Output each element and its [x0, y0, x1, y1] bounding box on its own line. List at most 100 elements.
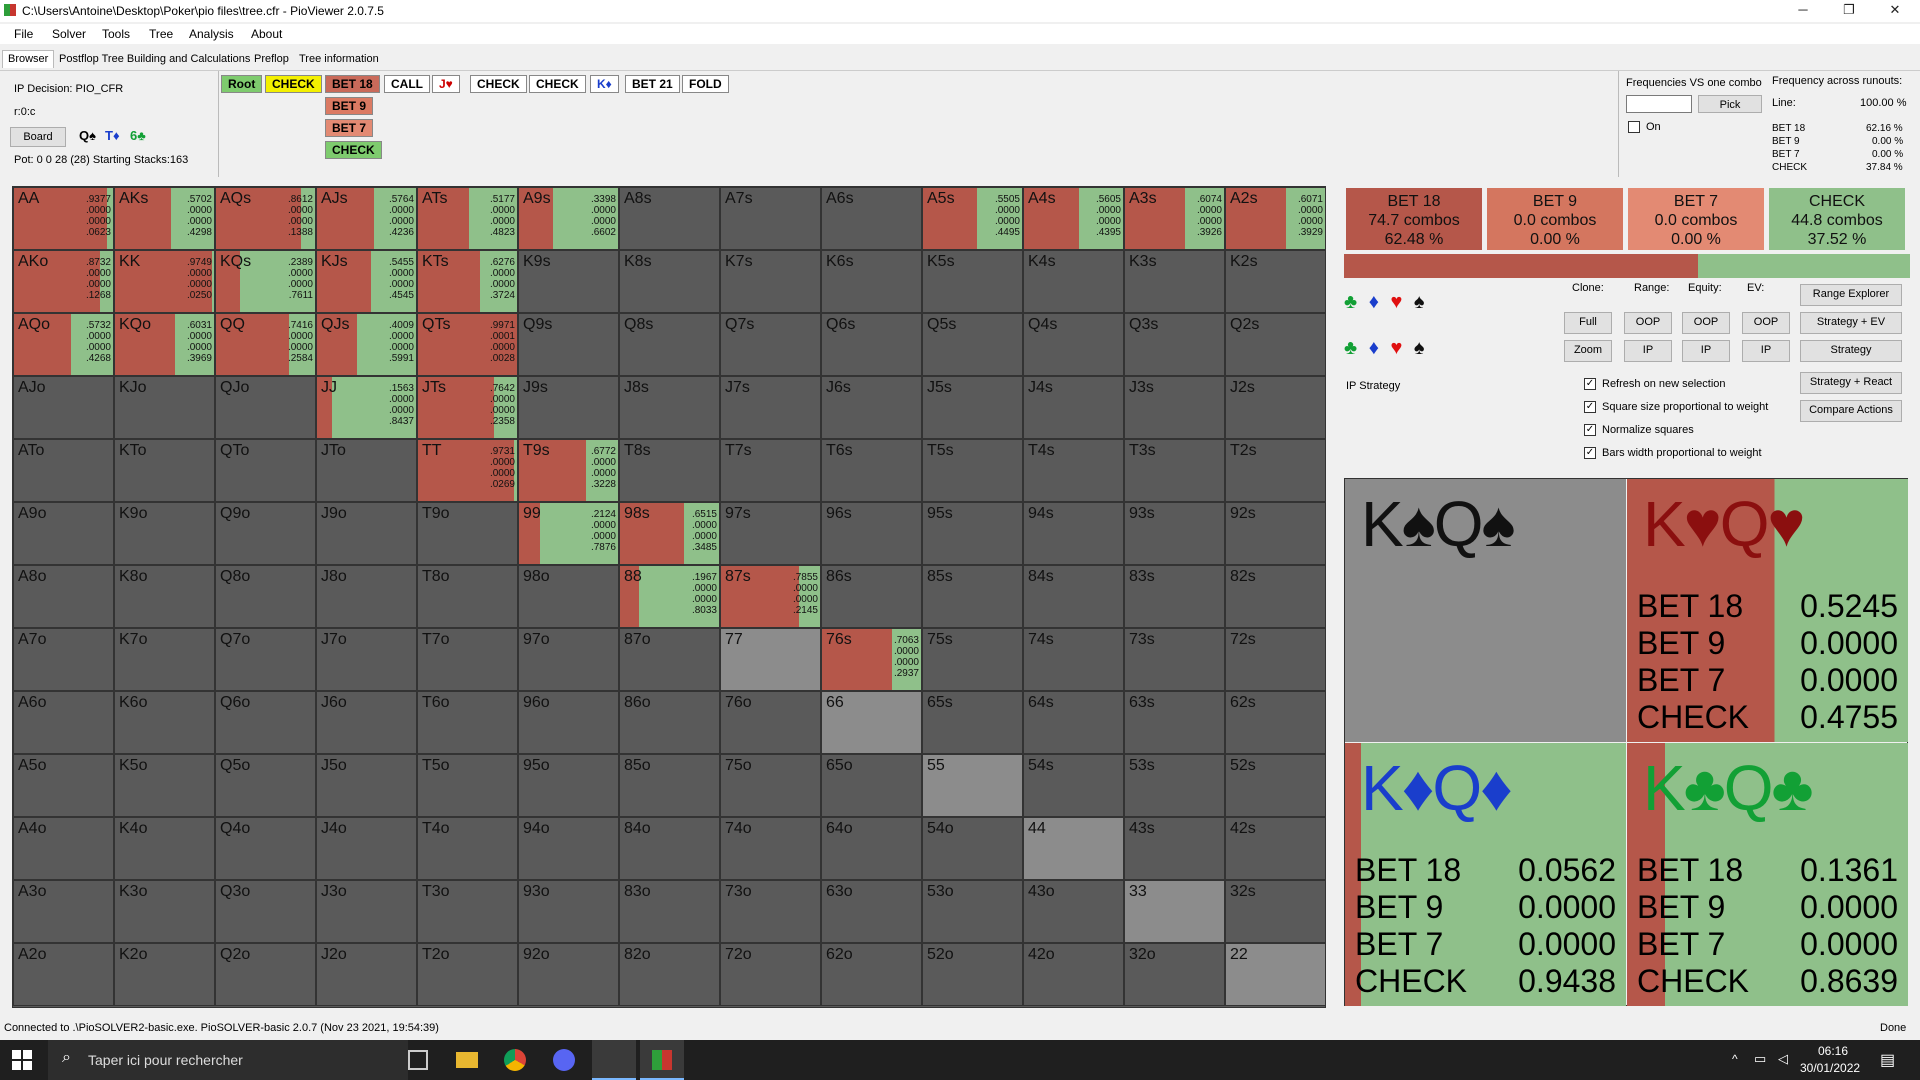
windows-start-icon[interactable] — [12, 1050, 32, 1070]
tab-tree-information[interactable]: Tree information — [293, 50, 385, 68]
hand-cell[interactable]: T2o — [417, 943, 518, 1006]
hand-cell[interactable]: 72o — [720, 943, 821, 1006]
hand-cell[interactable]: T5s — [922, 439, 1023, 502]
hand-cell[interactable]: A8s — [619, 187, 720, 250]
hand-cell[interactable]: A6s — [821, 187, 922, 250]
menu-tree[interactable]: Tree — [149, 27, 173, 41]
hand-cell[interactable]: K2o — [114, 943, 215, 1006]
hand-cell[interactable]: K9s — [518, 250, 619, 313]
action-box-bet18[interactable]: BET 18 74.7 combos 62.48 % — [1346, 188, 1482, 250]
taskbar-search[interactable]: ⌕ Taper ici pour rechercher — [48, 1040, 408, 1080]
notification-icon[interactable]: ▤ — [1880, 1050, 1895, 1070]
hand-cell[interactable]: 94o — [518, 817, 619, 880]
breadcrumb-bet18[interactable]: BET 18 — [325, 75, 380, 93]
hand-cell[interactable]: Q9o — [215, 502, 316, 565]
hand-cell[interactable]: 52s — [1225, 754, 1326, 817]
hand-cell[interactable]: J5o — [316, 754, 417, 817]
hand-cell[interactable]: 75s — [922, 628, 1023, 691]
hand-cell[interactable]: K8o — [114, 565, 215, 628]
hand-cell[interactable]: J7o — [316, 628, 417, 691]
hand-cell[interactable]: Q2o — [215, 943, 316, 1006]
hand-cell[interactable]: Q5o — [215, 754, 316, 817]
hand-cell[interactable]: KQs .2389.0000.0000.7611 — [215, 250, 316, 313]
breadcrumb-check-2[interactable]: CHECK — [470, 75, 527, 93]
hand-cell[interactable]: Q6s — [821, 313, 922, 376]
hand-cell[interactable]: 73s — [1124, 628, 1225, 691]
breadcrumb-check-3[interactable]: CHECK — [529, 75, 586, 93]
hand-cell[interactable]: J7s — [720, 376, 821, 439]
bars-width-checkbox[interactable]: ✓ — [1584, 447, 1596, 459]
combo-quadrant[interactable]: K♦Q♦ BET 18 0.0562 BET 9 0.0000 BET 7 0.0000 CH… — [1345, 743, 1626, 1006]
tab-browser[interactable]: Browser — [2, 50, 55, 68]
diamond-icon[interactable]: ♦ — [1369, 291, 1379, 313]
heart-icon[interactable]: ♥ — [1390, 291, 1402, 313]
hand-cell[interactable]: K2s — [1225, 250, 1326, 313]
heart-icon[interactable]: ♥ — [1390, 337, 1402, 359]
hand-cell[interactable]: A5s .5505.0000.0000.4495 — [922, 187, 1023, 250]
hand-cell[interactable]: T5o — [417, 754, 518, 817]
hand-cell[interactable]: KTs .6276.0000.0000.3724 — [417, 250, 518, 313]
hand-cell[interactable]: A5o — [13, 754, 114, 817]
hand-cell[interactable]: J4s — [1023, 376, 1124, 439]
tray-chevron-icon[interactable]: ^ — [1732, 1052, 1738, 1066]
hand-cell[interactable]: T4o — [417, 817, 518, 880]
combo-quadrant[interactable]: K♠Q♠ — [1345, 479, 1626, 742]
menu-solver[interactable]: Solver — [52, 27, 86, 41]
hand-cell[interactable]: AJs .5764.0000.0000.4236 — [316, 187, 417, 250]
hand-cell[interactable]: J4o — [316, 817, 417, 880]
hand-cell[interactable]: 98s .6515.0000.0000.3485 — [619, 502, 720, 565]
hand-cell[interactable]: J9s — [518, 376, 619, 439]
discord-icon[interactable] — [553, 1049, 575, 1071]
combo-quadrant[interactable]: K♥Q♥ BET 18 0.5245 BET 9 0.0000 BET 7 0.0000 CH… — [1627, 479, 1908, 742]
hand-cell[interactable]: 97o — [518, 628, 619, 691]
hand-cell[interactable]: J5s — [922, 376, 1023, 439]
board-button[interactable]: Board — [10, 127, 66, 147]
volume-icon[interactable]: ◁ — [1778, 1051, 1788, 1067]
hand-cell[interactable]: 85o — [619, 754, 720, 817]
hand-cell[interactable]: 64o — [821, 817, 922, 880]
hand-cell[interactable]: T6o — [417, 691, 518, 754]
hand-cell[interactable]: T8o — [417, 565, 518, 628]
hand-cell[interactable]: K3o — [114, 880, 215, 943]
hand-cell[interactable]: 82s — [1225, 565, 1326, 628]
hand-cell[interactable]: 54s — [1023, 754, 1124, 817]
club-icon[interactable]: ♣ — [1344, 337, 1357, 359]
equity-ip-button[interactable]: IP — [1682, 340, 1730, 362]
hand-cell[interactable]: T9s .6772.0000.0000.3228 — [518, 439, 619, 502]
hand-cell[interactable]: 42s — [1225, 817, 1326, 880]
hand-cell[interactable]: Q4o — [215, 817, 316, 880]
hand-cell[interactable]: T8s — [619, 439, 720, 502]
spade-icon[interactable]: ♠ — [1414, 291, 1425, 313]
hand-cell[interactable]: 86o — [619, 691, 720, 754]
breadcrumb-card-jh[interactable]: J♥ — [432, 75, 460, 93]
hand-cell[interactable]: A3s .6074.0000.0000.3926 — [1124, 187, 1225, 250]
hand-cell[interactable]: AQs .8612.0000.0000.1388 — [215, 187, 316, 250]
hand-cell[interactable]: 93o — [518, 880, 619, 943]
hand-cell[interactable]: 93s — [1124, 502, 1225, 565]
normalize-checkbox[interactable]: ✓ — [1584, 424, 1596, 436]
breadcrumb-fold[interactable]: FOLD — [682, 75, 729, 93]
equity-oop-button[interactable]: OOP — [1682, 312, 1730, 334]
hand-cell[interactable]: Q8s — [619, 313, 720, 376]
strategy-button[interactable]: Strategy — [1800, 340, 1902, 362]
hand-cell[interactable]: Q8o — [215, 565, 316, 628]
hand-cell[interactable]: A2o — [13, 943, 114, 1006]
action-bet7-button[interactable]: BET 7 — [325, 119, 374, 137]
hand-cell[interactable]: 74s — [1023, 628, 1124, 691]
hand-cell[interactable]: 86s — [821, 565, 922, 628]
range-explorer-button[interactable]: Range Explorer — [1800, 284, 1902, 306]
spade-icon[interactable]: ♠ — [1414, 337, 1425, 359]
hand-cell[interactable]: QQ .7416.0000.0000.2584 — [215, 313, 316, 376]
zoom-button[interactable]: Zoom — [1564, 340, 1612, 362]
full-button[interactable]: Full — [1564, 312, 1612, 334]
task-view-icon[interactable] — [408, 1050, 428, 1070]
breadcrumb-card-kd[interactable]: K♦ — [590, 75, 619, 93]
hand-cell[interactable]: 52o — [922, 943, 1023, 1006]
breadcrumb-call[interactable]: CALL — [384, 75, 430, 93]
hand-cell[interactable]: QTs .9971.0001.0000.0028 — [417, 313, 518, 376]
hand-cell[interactable]: 74o — [720, 817, 821, 880]
hand-cell[interactable]: KTo — [114, 439, 215, 502]
hand-cell[interactable]: 76s .7063.0000.0000.2937 — [821, 628, 922, 691]
hand-cell[interactable]: 66 — [821, 691, 922, 754]
hand-cell[interactable]: Q7o — [215, 628, 316, 691]
